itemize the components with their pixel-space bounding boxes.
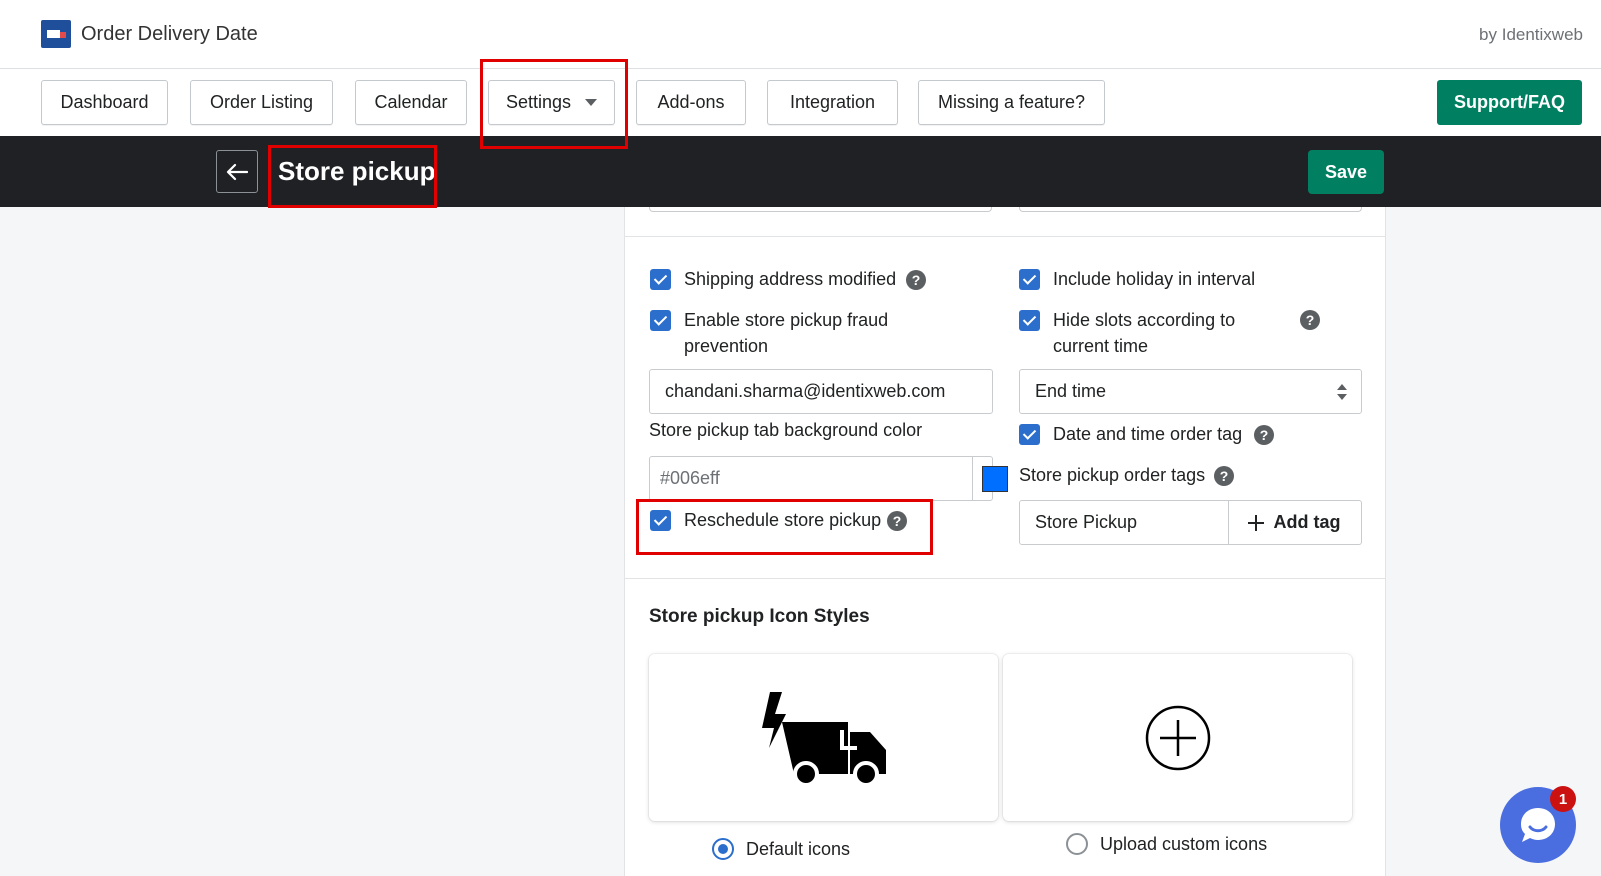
nav-order-listing-button[interactable]: Order Listing [190,80,333,125]
fraud-email-value: chandani.sharma@identixweb.com [665,381,946,401]
add-tag-button[interactable]: Add tag [1228,500,1357,545]
fraud-email-input[interactable]: chandani.sharma@identixweb.com [649,369,993,414]
color-swatch-button[interactable] [972,456,1017,501]
nav-settings-dropdown[interactable]: Settings [488,80,615,125]
arrow-left-icon [226,163,248,180]
page-title-bar: Store pickup Save [0,136,1601,207]
slot-time-value: End time [1035,381,1107,401]
chat-bubble-icon [1521,808,1555,842]
bg-color-label: Store pickup tab background color [649,420,923,440]
slot-time-select[interactable]: End time [1019,369,1362,414]
nav-addons-label: Add-ons [657,92,725,112]
shipping-address-modified-label: Shipping address modified [684,269,897,289]
plus-icon [1247,514,1264,531]
vendor-label: by Identixweb [1479,25,1583,44]
back-button[interactable] [216,150,258,193]
shipping-address-modified-checkbox[interactable] [650,269,671,290]
add-circle-icon [1145,705,1210,770]
support-faq-button[interactable]: Support/FAQ [1437,80,1582,125]
bg-color-value: #006eff [660,468,720,488]
help-icon[interactable]: ? [1214,466,1234,486]
save-button[interactable]: Save [1308,150,1384,194]
section-divider [625,578,1385,579]
main-nav: Dashboard Order Listing Calendar Setting… [0,69,1601,136]
help-icon[interactable]: ? [887,511,907,531]
icon-styles-title: Store pickup Icon Styles [649,606,870,627]
include-holiday-checkbox[interactable] [1019,269,1040,290]
chat-notification-badge: 1 [1550,786,1576,812]
section-divider [625,236,1385,237]
fraud-prevention-label-line1: Enable store pickup fraud [684,310,889,330]
bg-color-input[interactable]: #006eff [649,456,1008,501]
pickup-tags-label: Store pickup order tags [1019,465,1206,485]
color-swatch [982,465,1008,492]
pickup-tag-value: Store Pickup [1035,512,1138,532]
page-title: Store pickup [278,156,436,186]
app-title: Order Delivery Date [81,23,258,45]
nav-addons-button[interactable]: Add-ons [636,80,746,125]
chevron-down-icon [585,99,598,106]
default-icon-card[interactable] [649,654,998,821]
nav-calendar-button[interactable]: Calendar [355,80,467,125]
upload-icon-card[interactable] [1003,654,1352,821]
app-logo-icon [41,20,71,48]
help-icon[interactable]: ? [1300,310,1320,330]
help-icon[interactable]: ? [1254,425,1274,445]
app-header: Order Delivery Date by Identixweb [0,0,1601,69]
default-icons-label: Default icons [746,839,851,859]
pickup-tag-input[interactable]: Store Pickup Add tag [1019,500,1362,545]
help-icon[interactable]: ? [906,270,926,290]
order-tag-label: Date and time order tag [1053,424,1243,444]
default-icons-radio[interactable] [712,838,734,860]
hide-slots-label-line2: current time [1053,336,1149,356]
include-holiday-label: Include holiday in interval [1053,269,1256,289]
nav-dashboard-label: Dashboard [60,92,149,112]
select-arrows-icon [1337,384,1347,400]
nav-calendar-label: Calendar [374,92,448,112]
add-tag-label: Add tag [1273,512,1341,532]
reschedule-pickup-checkbox[interactable] [650,510,671,531]
nav-integration-button[interactable]: Integration [767,80,898,125]
custom-icons-radio[interactable] [1066,833,1088,855]
hide-slots-label-line1: Hide slots according to [1053,310,1236,330]
fraud-prevention-checkbox[interactable] [650,310,671,331]
order-tag-checkbox[interactable] [1019,424,1040,445]
hide-slots-checkbox[interactable] [1019,310,1040,331]
fraud-prevention-label-line2: prevention [684,336,769,356]
nav-integration-label: Integration [789,92,876,112]
field-stub-right [1019,207,1362,212]
nav-dashboard-button[interactable]: Dashboard [41,80,168,125]
field-stub-left [649,207,992,212]
nav-missing-feature-button[interactable]: Missing a feature? [918,80,1105,125]
custom-icons-label: Upload custom icons [1100,834,1268,854]
nav-missing-feature-label: Missing a feature? [937,92,1086,112]
fast-delivery-truck-icon [761,691,886,786]
nav-order-listing-label: Order Listing [209,92,314,112]
nav-settings-label: Settings [505,92,572,112]
reschedule-pickup-label: Reschedule store pickup [684,510,882,530]
settings-panel: Shipping address modified ? Enable store… [624,207,1386,876]
